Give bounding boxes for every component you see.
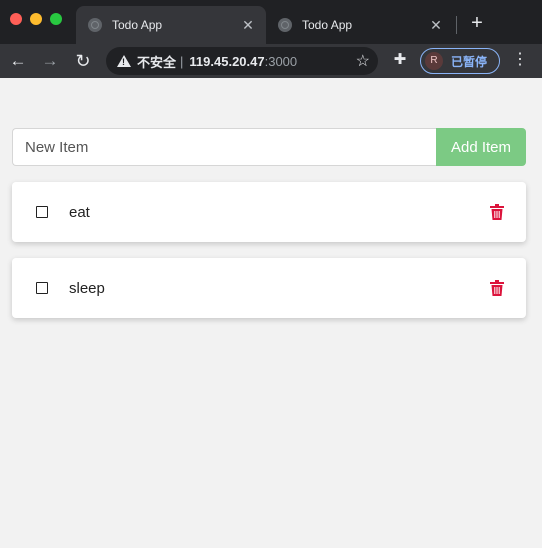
url-port: :3000 xyxy=(264,53,298,69)
avatar: R xyxy=(425,52,443,70)
close-icon[interactable]: ✕ xyxy=(428,17,444,34)
add-item-button[interactable]: Add Item xyxy=(436,128,526,166)
security-label[interactable]: 不安全 xyxy=(137,52,176,71)
close-icon[interactable]: ✕ xyxy=(240,17,256,34)
tab-divider xyxy=(456,16,457,34)
item-checkbox[interactable] xyxy=(36,282,48,294)
tab-title: Todo App xyxy=(302,18,353,32)
page-viewport: Add Item eat sleep xyxy=(0,78,542,548)
globe-icon xyxy=(278,18,292,32)
tab-title: Todo App xyxy=(112,18,163,32)
warning-icon xyxy=(117,55,131,67)
back-arrow-icon[interactable]: ← xyxy=(5,48,31,74)
item-checkbox[interactable] xyxy=(36,206,48,218)
maximize-window-button[interactable] xyxy=(50,13,62,25)
add-item-form: Add Item xyxy=(12,128,526,166)
tab-todo-app-active[interactable]: Todo App ✕ xyxy=(76,6,266,44)
profile-status: 已暂停 xyxy=(451,54,488,69)
tab-todo-app[interactable]: Todo App ✕ xyxy=(266,6,454,44)
list-item: eat xyxy=(12,182,526,242)
trash-icon[interactable] xyxy=(490,204,504,220)
profile-button[interactable]: R 已暂停 xyxy=(420,48,500,74)
forward-arrow-icon[interactable]: → xyxy=(37,48,63,74)
minimize-window-button[interactable] xyxy=(30,13,42,25)
new-tab-button[interactable]: + xyxy=(466,12,488,34)
browser-toolbar: ← → ↻ 不安全 | 119.45.20.47 :3000 ☆ ✚ R 已暂停… xyxy=(0,44,542,78)
address-separator: | xyxy=(180,53,184,69)
more-menu-icon[interactable]: ⋮ xyxy=(512,51,528,69)
extensions-puzzle-icon[interactable]: ✚ xyxy=(392,52,408,68)
item-text: sleep xyxy=(69,279,105,297)
new-item-input[interactable] xyxy=(12,128,436,166)
tab-strip: Todo App ✕ Todo App ✕ + xyxy=(0,0,542,44)
close-window-button[interactable] xyxy=(10,13,22,25)
reload-icon[interactable]: ↻ xyxy=(70,48,96,74)
list-item: sleep xyxy=(12,258,526,318)
item-text: eat xyxy=(69,203,90,221)
bookmark-star-icon[interactable]: ☆ xyxy=(356,51,370,71)
trash-icon[interactable] xyxy=(490,280,504,296)
address-bar[interactable]: 不安全 | 119.45.20.47 :3000 ☆ xyxy=(106,47,378,75)
url-host: 119.45.20.47 xyxy=(189,53,265,69)
globe-icon xyxy=(88,18,102,32)
